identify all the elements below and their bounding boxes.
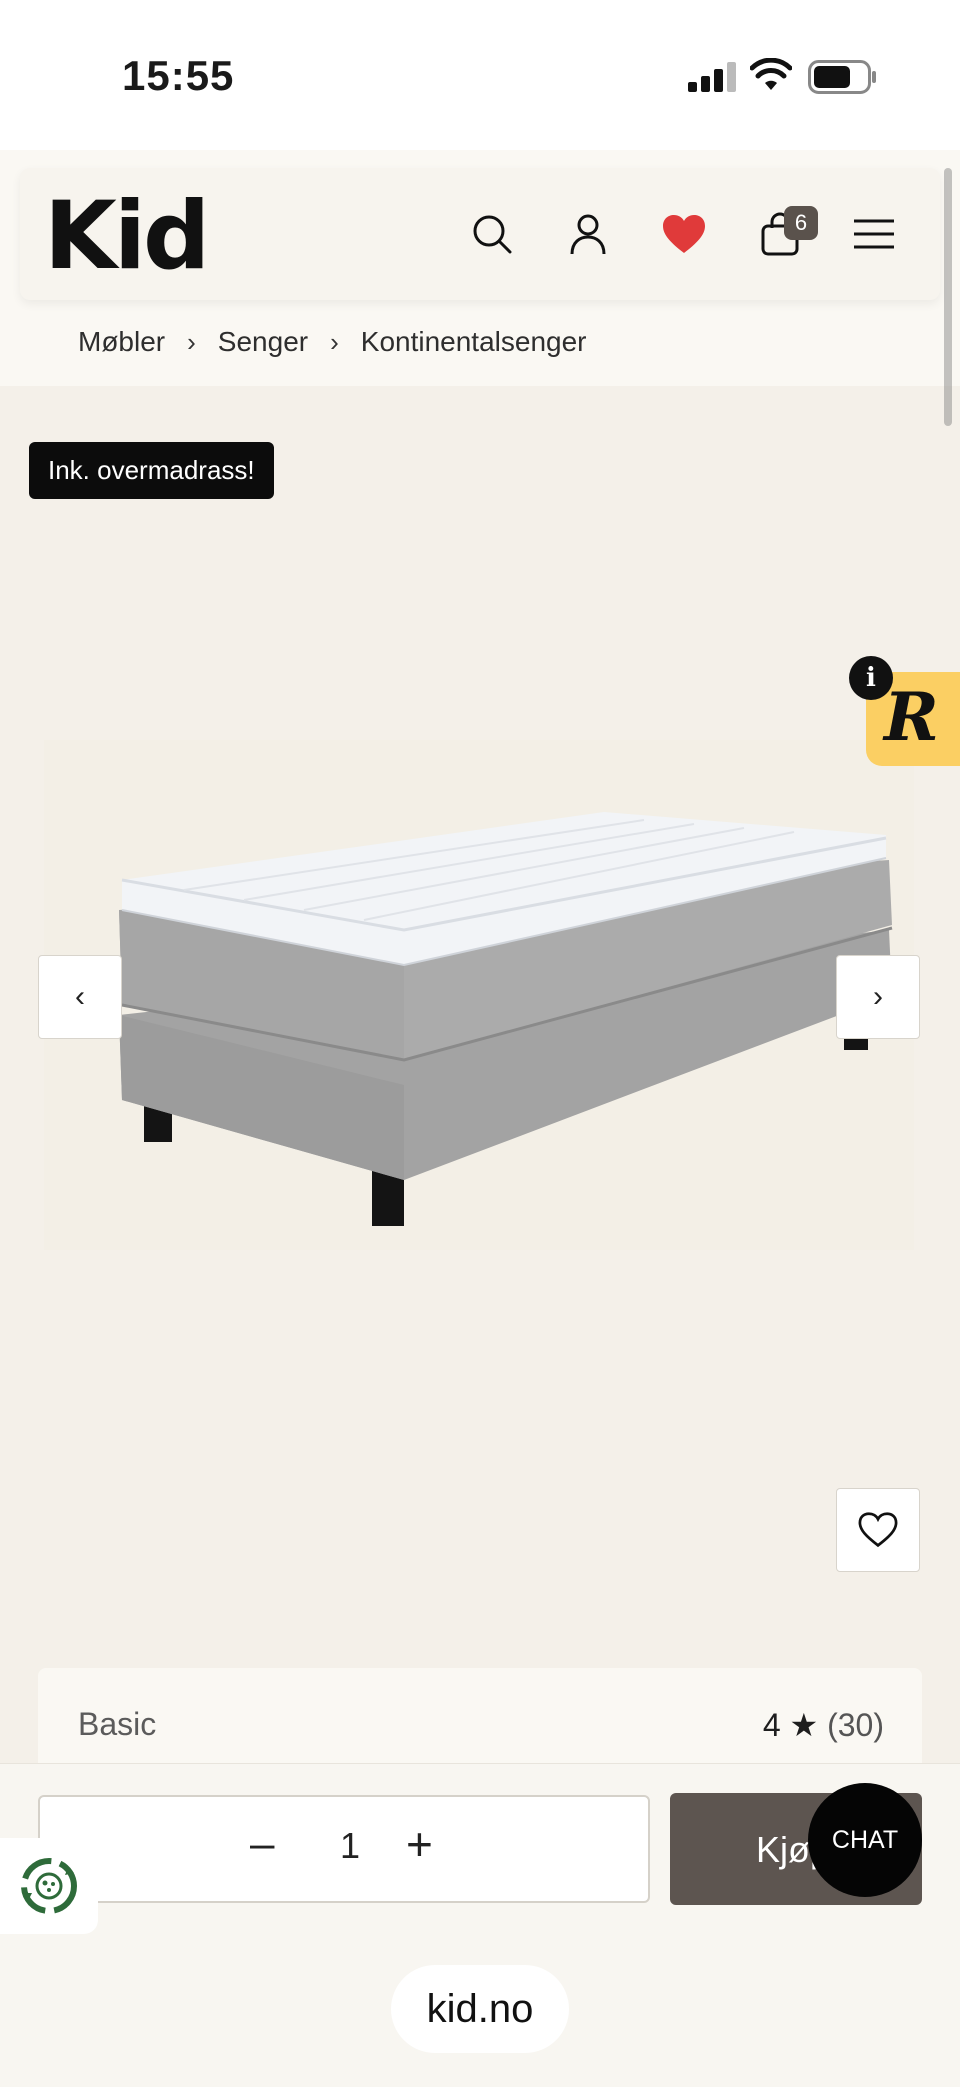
chevron-right-icon: › <box>187 326 196 357</box>
browser-url-bar[interactable]: kid.no <box>391 1965 569 2053</box>
recycle-icon <box>21 1858 77 1914</box>
user-icon[interactable] <box>560 206 616 262</box>
battery-icon <box>808 60 876 94</box>
rating-value: 4 ★ <box>762 1707 819 1743</box>
add-to-favorites-button[interactable] <box>836 1488 920 1572</box>
carousel-prev-button[interactable]: ‹ <box>38 955 122 1039</box>
cart-count-badge: 6 <box>784 206 818 240</box>
chevron-right-icon: › <box>330 326 339 357</box>
kid-logo[interactable]: Kid <box>44 182 210 291</box>
wifi-icon <box>750 58 792 90</box>
quantity-value[interactable]: 1 <box>340 1825 360 1867</box>
product-badge: Ink. overmadrass! <box>29 442 274 499</box>
product-image[interactable] <box>44 740 914 1250</box>
chevron-left-icon: ‹ <box>75 980 85 1013</box>
product-brand[interactable]: Basic <box>78 1706 156 1743</box>
breadcrumb-item-kontinentalsenger[interactable]: Kontinentalsenger <box>361 326 587 358</box>
site-header: Kid 6 <box>20 168 940 300</box>
decrease-quantity-button[interactable]: – <box>250 1819 274 1869</box>
chevron-right-icon: › <box>873 980 883 1013</box>
breadcrumb: Møbler › Senger › Kontinentalsenger <box>78 322 587 362</box>
status-bar: 15:55 <box>0 0 960 150</box>
heart-icon[interactable] <box>656 206 712 262</box>
breadcrumb-item-senger[interactable]: Senger <box>218 326 308 358</box>
carousel-next-button[interactable]: › <box>836 955 920 1039</box>
menu-icon[interactable] <box>846 206 902 262</box>
signal-icon <box>688 62 736 92</box>
scrollbar[interactable] <box>944 168 952 426</box>
increase-quantity-button[interactable]: + <box>406 1817 433 1871</box>
chat-label: CHAT <box>831 1825 899 1854</box>
product-rating[interactable]: 4 ★ (30) <box>763 1706 884 1744</box>
info-icon[interactable]: i <box>849 656 893 700</box>
r-logo-icon: R <box>884 678 939 756</box>
heart-outline-icon <box>858 1512 898 1548</box>
breadcrumb-item-mobler[interactable]: Møbler <box>78 326 165 358</box>
chat-button[interactable]: CHAT <box>808 1783 922 1897</box>
search-icon[interactable] <box>464 206 520 262</box>
recycle-widget-button[interactable] <box>0 1838 98 1934</box>
bed-illustration <box>119 812 893 1226</box>
status-time: 15:55 <box>122 52 235 99</box>
review-count: (30) <box>827 1707 884 1743</box>
quantity-stepper: – 1 + <box>38 1795 650 1903</box>
